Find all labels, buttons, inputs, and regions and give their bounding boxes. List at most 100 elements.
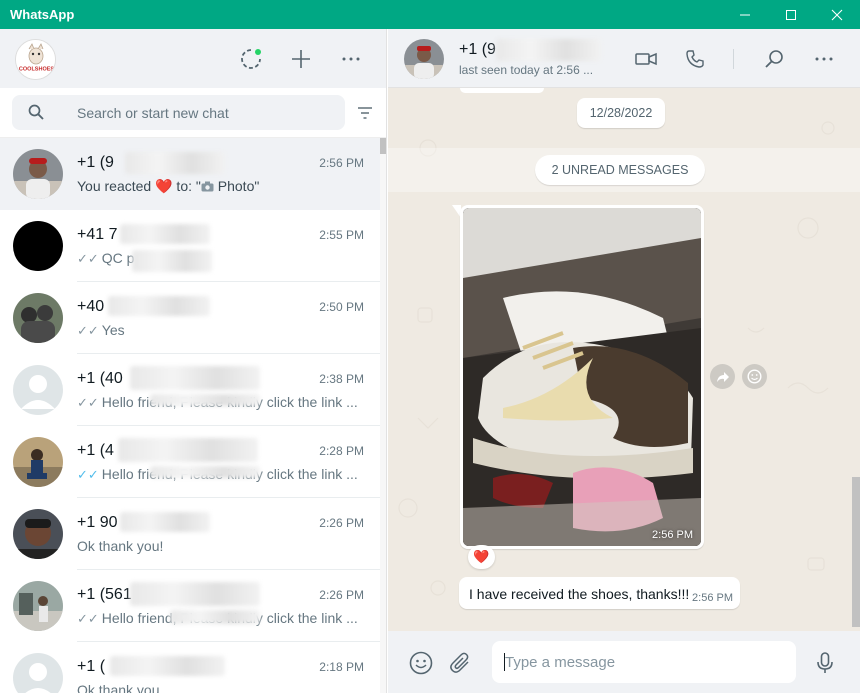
chat-item[interactable]: +1 (9 2:56 PM You reacted ❤️ to: " Photo…	[0, 138, 380, 210]
read-ticks-icon: ✓✓	[77, 467, 99, 482]
close-button[interactable]	[814, 0, 860, 29]
message-area: 12/28/2022 2 UNREAD MESSAGES 2:56 PM ❤️ …	[388, 88, 860, 631]
avatar	[13, 437, 63, 487]
avatar	[13, 365, 63, 415]
search-icon	[28, 104, 44, 120]
conversation-panel: +1 (9 last seen today at 2:56 ... 12/28/…	[388, 29, 860, 693]
chat-list-scrollbar[interactable]	[380, 138, 386, 693]
chat-preview: Ok thank you.	[77, 682, 164, 693]
text-message[interactable]: I have received the shoes, thanks!!! 2:5…	[459, 577, 740, 609]
unread-messages-chip: 2 UNREAD MESSAGES	[535, 155, 705, 185]
chat-item[interactable]: +1 (4 2:28 PM ✓✓Hello friend, Please kin…	[0, 426, 380, 498]
voice-call-icon[interactable]	[682, 46, 708, 72]
avatar	[13, 221, 63, 271]
read-ticks-icon: ✓✓	[77, 611, 99, 626]
chat-name: +1 (4	[77, 442, 114, 459]
menu-icon[interactable]	[338, 46, 364, 72]
close-icon	[831, 9, 843, 20]
conversation-scrollbar[interactable]	[852, 477, 860, 627]
chat-item[interactable]: +1 90 2:26 PM Ok thank you!	[0, 498, 380, 570]
chat-name: +1 90	[77, 514, 118, 531]
chat-item[interactable]: +1 (561 2:26 PM ✓✓Hello friend, Please k…	[0, 570, 380, 642]
search-input[interactable]	[77, 95, 337, 130]
avatar	[13, 581, 63, 631]
minimize-icon	[740, 14, 750, 15]
chat-preview: ✓✓ QC p	[77, 250, 135, 266]
read-ticks-icon: ✓✓	[77, 395, 99, 410]
minimize-button[interactable]	[722, 0, 768, 29]
chat-name: +1 (40	[77, 370, 123, 387]
chat-name: +1 (	[77, 658, 106, 675]
app-title: WhatsApp	[10, 7, 75, 22]
profile-avatar[interactable]: COOLSHOES	[15, 39, 56, 80]
date-chip: 12/28/2022	[577, 98, 665, 128]
heart-emoji: ❤️	[155, 178, 173, 194]
photo-message[interactable]: 2:56 PM	[460, 205, 704, 549]
avatar	[13, 293, 63, 343]
contact-avatar[interactable]	[404, 39, 444, 79]
emoji-icon[interactable]	[408, 650, 434, 676]
chat-item[interactable]: +40 2:50 PM ✓✓ Yes	[0, 282, 380, 354]
chat-item[interactable]: +1 (40 2:38 PM ✓✓Hello friend, Please ki…	[0, 354, 380, 426]
conversation-header: +1 (9 last seen today at 2:56 ...	[388, 29, 860, 88]
previous-message-edge	[460, 88, 544, 93]
message-input[interactable]	[492, 641, 796, 683]
menu-icon[interactable]	[811, 46, 837, 72]
chat-preview: Ok thank you!	[77, 538, 164, 554]
chat-list: +1 (9 2:56 PM You reacted ❤️ to: " Photo…	[0, 138, 380, 693]
svg-text:COOLSHOES: COOLSHOES	[19, 67, 54, 73]
chat-name: +1 (9	[77, 154, 114, 171]
filter-icon[interactable]	[357, 106, 373, 120]
message-time: 2:56 PM	[692, 592, 733, 604]
avatar	[13, 509, 63, 559]
chat-time: 2:26 PM	[319, 588, 364, 602]
reaction-badge[interactable]: ❤️	[468, 545, 495, 569]
text-cursor	[504, 653, 505, 671]
read-ticks-icon: ✓✓	[77, 251, 99, 266]
chat-time: 2:56 PM	[319, 156, 364, 170]
profile-logo-icon: COOLSHOES	[16, 40, 55, 79]
avatar	[13, 653, 63, 693]
camera-icon	[201, 181, 214, 192]
chat-name: +41 7	[77, 226, 118, 243]
forward-icon	[716, 371, 729, 382]
chat-name: +1 (561	[77, 586, 132, 603]
title-bar: WhatsApp	[0, 0, 860, 29]
chat-list-panel: COOLSHOES +1 (9 2:56 PM You reacted	[0, 29, 387, 693]
maximize-icon	[786, 9, 796, 20]
maximize-button[interactable]	[768, 0, 814, 29]
chat-item[interactable]: +41 7 2:55 PM ✓✓ QC p	[0, 210, 380, 282]
left-header: COOLSHOES	[0, 29, 386, 88]
chat-name: +40	[77, 298, 105, 315]
chat-time: 2:18 PM	[319, 660, 364, 674]
react-button[interactable]	[742, 364, 767, 389]
chat-time: 2:28 PM	[319, 444, 364, 458]
sneaker-image	[463, 208, 701, 546]
read-ticks-icon: ✓✓	[77, 323, 99, 338]
contact-status: last seen today at 2:56 ...	[459, 63, 594, 77]
photo-time: 2:56 PM	[652, 529, 693, 541]
avatar	[13, 149, 63, 199]
search-row	[0, 88, 386, 138]
composer	[388, 631, 860, 693]
search-icon[interactable]	[761, 46, 787, 72]
new-chat-icon[interactable]	[288, 46, 314, 72]
emoji-icon	[747, 369, 762, 384]
header-separator	[733, 49, 734, 69]
video-call-icon[interactable]	[633, 46, 659, 72]
chat-preview: ✓✓ Yes	[77, 322, 125, 338]
microphone-icon[interactable]	[812, 650, 838, 676]
attach-icon[interactable]	[448, 650, 474, 676]
chat-time: 2:38 PM	[319, 372, 364, 386]
contact-name[interactable]: +1 (9	[459, 41, 496, 59]
shoe-photo[interactable]: 2:56 PM	[463, 208, 701, 546]
chat-item[interactable]: +1 ( 2:18 PM Ok thank you.	[0, 642, 380, 693]
forward-button[interactable]	[710, 364, 735, 389]
chat-time: 2:55 PM	[319, 228, 364, 242]
search-box[interactable]	[12, 95, 345, 130]
chat-time: 2:50 PM	[319, 300, 364, 314]
status-icon[interactable]	[238, 46, 264, 72]
chat-preview: You reacted ❤️ to: " Photo"	[77, 178, 260, 194]
chat-time: 2:26 PM	[319, 516, 364, 530]
message-text: I have received the shoes, thanks!!!	[469, 586, 690, 602]
